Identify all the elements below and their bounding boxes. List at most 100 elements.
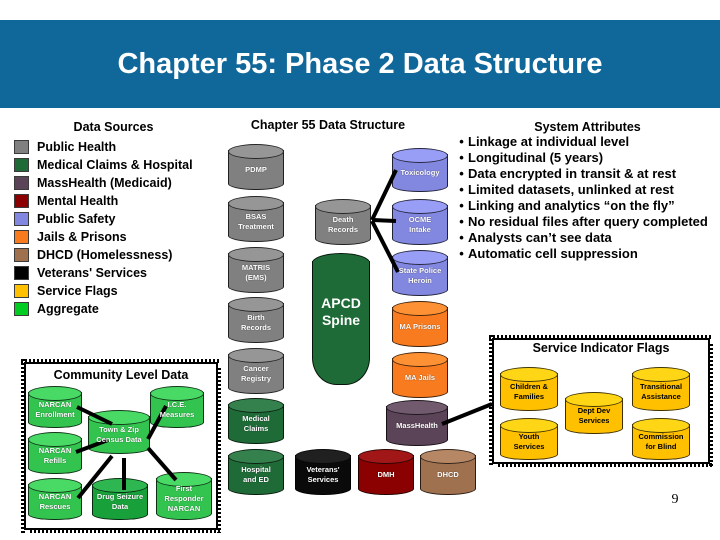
cylinder-label: NARCAN Rescues: [38, 492, 72, 511]
db-node-hospital[interactable]: Hospital and ED: [228, 449, 284, 495]
legend-swatch: [14, 140, 29, 154]
db-node-bsas[interactable]: BSAS Treatment: [228, 196, 284, 242]
system-attribute-item-7: • Automatic cell suppression: [455, 246, 720, 262]
legend-swatch: [14, 230, 29, 244]
box-shadow-bottom: [30, 529, 221, 533]
community-node-ice-measures[interactable]: I.C.E. Measures: [150, 386, 204, 428]
community-node-town-zip-census[interactable]: Town & Zip Census Data: [88, 410, 150, 454]
legend-item-3: Mental Health: [6, 192, 221, 210]
legend-item-7: Veterans' Services: [6, 264, 221, 282]
flag-node-transitional-assist[interactable]: Transitional Assistance: [632, 367, 690, 411]
cylinder-label: Medical Claims: [242, 414, 270, 433]
system-attributes-title: System Attributes: [534, 120, 641, 134]
legend-label: Jails & Prisons: [37, 230, 127, 244]
legend-rows: Public Health Medical Claims & Hospital Ma…: [6, 138, 221, 318]
system-attribute-text: Limited datasets, unlinked at rest: [468, 182, 674, 197]
bullet-icon: •: [459, 182, 464, 197]
legend-swatch: [14, 176, 29, 190]
db-node-cancer[interactable]: Cancer Registry: [228, 348, 284, 394]
flag-node-children-families[interactable]: Children & Families: [500, 367, 558, 411]
system-attribute-text: Automatic cell suppression: [468, 246, 638, 261]
community-node-narcan-enrollment[interactable]: NARCAN Enrollment: [28, 386, 82, 428]
system-attribute-item-6: • Analysts can’t see data: [455, 230, 720, 246]
legend-swatch: [14, 266, 29, 280]
system-attribute-text: Longitudinal (5 years): [468, 150, 604, 165]
apcd-spine[interactable]: APCD Spine: [312, 253, 370, 385]
db-node-birth[interactable]: Birth Records: [228, 297, 284, 343]
db-node-death[interactable]: Death Records: [315, 199, 371, 245]
legend-item-0: Public Health: [6, 138, 221, 156]
cylinder-label: NARCAN Enrollment: [35, 400, 75, 419]
page-number: 9: [671, 492, 679, 507]
community-node-narcan-rescues[interactable]: NARCAN Rescues: [28, 478, 82, 520]
title-banner: Chapter 55: Phase 2 Data Structure: [0, 20, 720, 108]
db-node-statepolice[interactable]: State Police Heroin: [392, 250, 448, 296]
legend-label: Medical Claims & Hospital: [37, 158, 193, 172]
legend-label: Veterans' Services: [37, 266, 147, 280]
system-attributes: System Attributes • Linkage at individual…: [455, 120, 720, 262]
legend-swatch: [14, 212, 29, 226]
cylinder-label: Toxicology: [400, 168, 440, 177]
bullet-icon: •: [459, 198, 464, 213]
cylinder-label: Hospital and ED: [241, 465, 271, 484]
cylinder-label: Town & Zip Census Data: [96, 425, 142, 444]
legend-item-1: Medical Claims & Hospital: [6, 156, 221, 174]
flag-node-commission-blind[interactable]: Commission for Blind: [632, 418, 690, 460]
cylinder-label: MA Prisons: [399, 322, 441, 331]
legend-label: DHCD (Homelessness): [37, 248, 173, 262]
service-indicator-flags-title: Service Indicator Flags: [532, 341, 670, 355]
bullet-icon: •: [459, 214, 464, 229]
cylinder-label: Drug Seizure Data: [96, 492, 144, 511]
data-structure-title: Chapter 55 Data Structure: [250, 118, 406, 132]
community-node-drug-seizure[interactable]: Drug Seizure Data: [92, 478, 148, 520]
legend-swatch: [14, 302, 29, 316]
flag-node-dept-dev-services[interactable]: Dept Dev Services: [565, 392, 623, 434]
legend-swatch: [14, 248, 29, 262]
db-node-maprisons[interactable]: MA Prisons: [392, 301, 448, 347]
db-node-veterans[interactable]: Veterans' Services: [295, 449, 351, 495]
box-shadow-right: [217, 368, 221, 533]
system-attribute-text: Linking and analytics “on the fly”: [468, 198, 675, 213]
system-attribute-item-3: • Limited datasets, unlinked at rest: [455, 182, 720, 198]
db-node-majails[interactable]: MA Jails: [392, 352, 448, 398]
db-node-masshealth[interactable]: MassHealth: [386, 400, 448, 446]
legend-label: Public Safety: [37, 212, 116, 226]
legend-item-5: Jails & Prisons: [6, 228, 221, 246]
db-node-pdmp[interactable]: PDMP: [228, 144, 284, 190]
flag-node-youth-services[interactable]: Youth Services: [500, 418, 558, 460]
cylinder-label: Dept Dev Services: [577, 406, 611, 425]
box-shadow-top: [21, 359, 221, 363]
box-shadow-left: [21, 359, 25, 533]
cylinder-label: Death Records: [327, 215, 358, 234]
cylinder-label: MA Jails: [404, 373, 436, 382]
cylinder-label: MassHealth: [396, 421, 438, 430]
box-shadow-top: [489, 335, 713, 339]
db-node-medclaims[interactable]: Medical Claims: [228, 398, 284, 444]
cylinder-label: NARCAN Refills: [38, 446, 72, 465]
system-attribute-text: Linkage at individual level: [468, 134, 630, 149]
legend-item-4: Public Safety: [6, 210, 221, 228]
legend-swatch: [14, 284, 29, 298]
legend-item-9: Aggregate: [6, 300, 221, 318]
cylinder-label: BSAS Treatment: [238, 212, 274, 231]
system-attribute-item-5: • No residual files after query completed: [455, 214, 720, 230]
cylinder-label: Veterans' Services: [306, 465, 340, 484]
legend-label: Aggregate: [37, 302, 99, 316]
system-attribute-text: No residual files after query completed: [468, 214, 708, 229]
box-shadow-bottom: [498, 463, 713, 467]
cylinder-label: Transitional Assistance: [639, 382, 683, 401]
community-level-data-title: Community Level Data: [53, 368, 189, 382]
community-node-first-responder[interactable]: First Responder NARCAN: [156, 472, 212, 520]
system-attribute-item-1: • Longitudinal (5 years): [455, 150, 720, 166]
community-node-narcan-refills[interactable]: NARCAN Refills: [28, 432, 82, 474]
db-node-dmh[interactable]: DMH: [358, 449, 414, 495]
db-node-matris[interactable]: MATRIS (EMS): [228, 247, 284, 293]
cylinder-label: DHCD: [437, 470, 459, 479]
db-node-toxicology[interactable]: Toxicology: [392, 148, 448, 192]
cylinder-label: Birth Records: [240, 313, 271, 332]
system-attribute-item-4: • Linking and analytics “on the fly”: [455, 198, 720, 214]
db-node-dhcd[interactable]: DHCD: [420, 449, 476, 495]
cylinder-label: State Police Heroin: [398, 266, 442, 285]
cylinder-label: I.C.E. Measures: [159, 400, 195, 419]
db-node-ocme[interactable]: OCME Intake: [392, 199, 448, 245]
